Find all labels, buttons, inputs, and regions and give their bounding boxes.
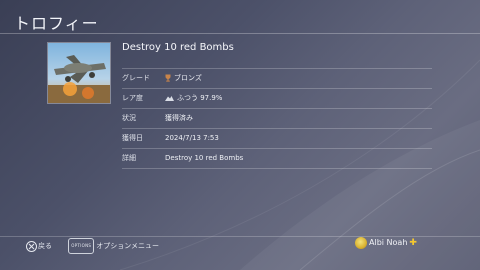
- user-info: Albi Noah ✚: [355, 236, 417, 250]
- row-label: レア度: [122, 94, 143, 102]
- trophy-image: [47, 42, 111, 104]
- footer-controls: 戻る OPTIONS オプションメニュー: [26, 238, 159, 254]
- row-label: 獲得日: [122, 134, 143, 142]
- trophy-name: Destroy 10 red Bombs: [122, 42, 234, 53]
- rarity-common-icon: [165, 96, 174, 101]
- back-label: 戻る: [38, 242, 52, 250]
- details-value: Destroy 10 red Bombs: [165, 154, 244, 162]
- row-label: 状況: [122, 114, 136, 122]
- page-title: トロフィー: [14, 14, 99, 33]
- cross-button-icon: [26, 240, 37, 252]
- row-label: グレード: [122, 74, 150, 82]
- rarity-value: ふつう 97.9%: [177, 94, 223, 102]
- row-label: 詳細: [122, 154, 136, 162]
- ps-plus-icon: ✚: [409, 238, 417, 248]
- grade-value: ブロンズ: [174, 74, 202, 82]
- back-button[interactable]: 戻る: [26, 240, 54, 252]
- row-grade: グレード ブロンズ: [122, 68, 432, 88]
- row-status: 状況 獲得済み: [122, 108, 432, 128]
- row-details: 詳細 Destroy 10 red Bombs: [122, 148, 432, 169]
- row-earned-date: 獲得日 2024/7/13 7:53: [122, 128, 432, 148]
- earned-date-value: 2024/7/13 7:53: [165, 134, 219, 142]
- avatar: [355, 236, 367, 249]
- trophy-details-table: グレード ブロンズ レア度 ふつう 97.9% 状況 獲得済み 獲得日 2024…: [122, 68, 432, 169]
- bronze-trophy-icon: [165, 74, 171, 82]
- options-button[interactable]: OPTIONS オプションメニュー: [54, 238, 159, 254]
- row-rarity: レア度 ふつう 97.9%: [122, 88, 432, 108]
- options-badge: OPTIONS: [68, 238, 95, 254]
- status-value: 獲得済み: [165, 114, 193, 122]
- header-divider: [0, 33, 480, 34]
- user-name: Albi Noah: [369, 238, 408, 247]
- options-label: オプションメニュー: [96, 242, 159, 250]
